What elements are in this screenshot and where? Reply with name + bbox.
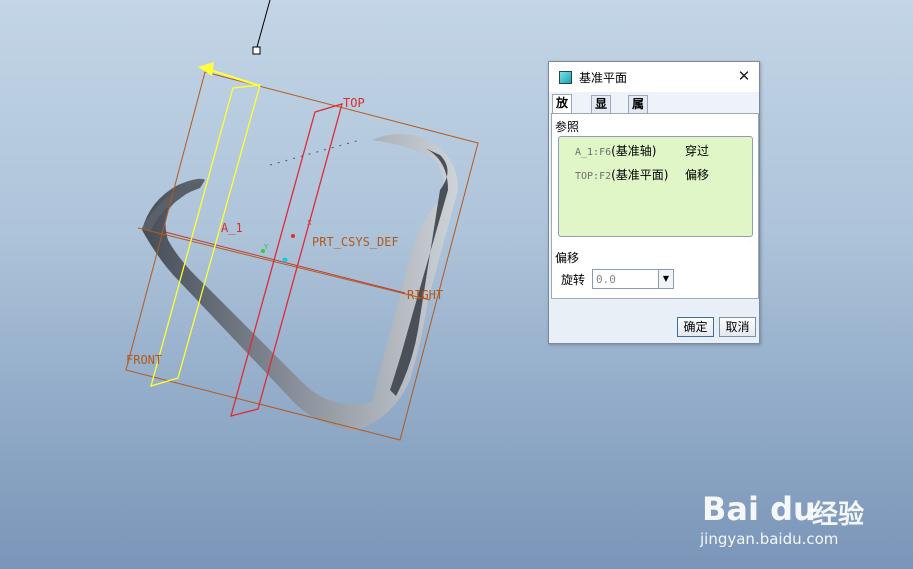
cancel-button[interactable]: 取消	[719, 317, 756, 337]
reference-name: (基准平面)	[611, 168, 669, 182]
hidden-line	[269, 139, 361, 166]
baidu-logo: Bai du	[702, 490, 816, 528]
csys-origin-marker	[282, 257, 288, 263]
leader-line	[256, 0, 271, 48]
reference-row[interactable]: TOP:F2(基准平面) 偏移	[575, 167, 709, 183]
watermark-url: jingyan.baidu.com	[700, 530, 839, 548]
references-list[interactable]: A_1:F6(基准轴) 穿过 TOP:F2(基准平面) 偏移	[558, 136, 753, 237]
watermark-brand: 经验	[812, 500, 865, 530]
offset-label: 偏移	[555, 251, 580, 265]
chevron-down-icon[interactable]: ▼	[658, 270, 673, 288]
datum-plane-icon	[559, 71, 572, 84]
reference-name: (基准轴)	[611, 144, 657, 158]
csys-x-letter: X	[307, 219, 312, 227]
placement-panel: 参照 A_1:F6(基准轴) 穿过 TOP:F2(基准平面) 偏移 偏移 旋转 …	[551, 113, 759, 299]
csys-y-letter: Y	[263, 243, 269, 251]
leader-handle[interactable]	[252, 46, 261, 55]
graphics-viewport[interactable]: Y X TOP FRONT RIGHT PRT_CSYS_DEF A_1 基准平…	[0, 0, 913, 569]
tab-display[interactable]: 显示	[591, 95, 612, 128]
reference-constraint-dropdown[interactable]: 穿过	[685, 143, 709, 159]
datum-plane-dialog: 基准平面 ✕ 放置 显示 属性 参照 A_1:F6(基准轴) 穿过 TOP:F2…	[548, 61, 760, 344]
rotate-combobox[interactable]: ▼	[592, 269, 674, 289]
references-label: 参照	[555, 120, 580, 134]
rotate-input[interactable]	[593, 270, 658, 288]
reference-row[interactable]: A_1:F6(基准轴) 穿过	[575, 143, 709, 159]
reference-constraint-dropdown[interactable]: 偏移	[685, 167, 709, 183]
reference-id: TOP:F2	[575, 171, 612, 182]
csys-label[interactable]: PRT_CSYS_DEF	[312, 235, 399, 249]
right-plane-label[interactable]: RIGHT	[407, 288, 443, 302]
csys-x-marker	[291, 234, 295, 238]
rotate-label: 旋转	[561, 273, 586, 287]
tab-properties[interactable]: 属性	[628, 95, 649, 128]
tab-placement[interactable]: 放置	[552, 94, 573, 127]
baidu-jingyan-watermark: Bai du 经验 jingyan.baidu.com	[700, 470, 900, 560]
axis-label[interactable]: A_1	[221, 221, 243, 235]
dialog-titlebar[interactable]: 基准平面 ✕	[549, 62, 759, 92]
front-plane-label[interactable]: FRONT	[126, 353, 162, 367]
dialog-footer: 确定 取消	[549, 300, 759, 343]
ok-button[interactable]: 确定	[677, 317, 714, 337]
top-plane-label[interactable]: TOP	[343, 96, 365, 110]
direction-arrow[interactable]	[198, 62, 261, 88]
sweep-band-model[interactable]	[142, 134, 458, 432]
dialog-title: 基准平面	[579, 71, 628, 85]
reference-id: A_1:F6	[575, 147, 612, 158]
close-icon[interactable]: ✕	[735, 67, 753, 85]
